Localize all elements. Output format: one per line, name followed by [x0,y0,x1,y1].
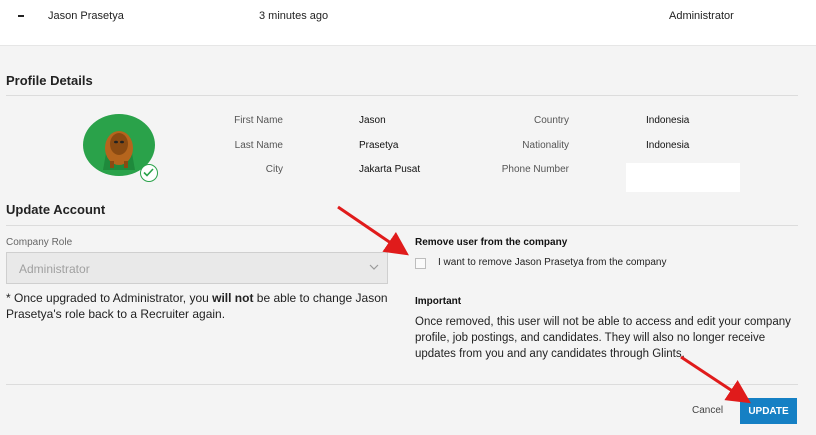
phone-value [626,163,740,192]
user-role: Administrator [669,10,734,22]
chevron-down-icon [369,264,379,270]
remove-user-checkbox[interactable] [415,258,426,269]
update-button[interactable]: UPDATE [740,398,797,424]
first-name-label: First Name [234,115,283,126]
verified-check-icon [140,164,158,182]
first-name-value: Jason [359,115,386,126]
profile-divider [6,95,798,96]
note-bold: will not [212,291,254,305]
role-change-note: * Once upgraded to Administrator, you wi… [6,290,396,322]
nationality-value: Indonesia [646,140,690,151]
company-role-value: Administrator [19,262,90,276]
user-row: Jason Prasetya 3 minutes ago Administrat… [0,0,816,46]
note-prefix: * Once upgraded to Administrator, you [6,291,213,305]
company-role-select[interactable]: Administrator [6,252,388,284]
remove-user-checkbox-label[interactable]: I want to remove Jason Prasetya from the… [438,257,666,268]
important-title: Important [415,296,462,307]
arrow-to-checkbox [337,205,409,256]
important-text: Once removed, this user will not be able… [415,316,791,360]
city-value: Jakarta Pusat [359,164,421,175]
footer-divider [6,384,798,385]
country-value: Indonesia [646,115,690,126]
nationality-label: Nationality [522,140,569,151]
last-name-value: Prasetya [359,140,399,151]
user-time: 3 minutes ago [259,10,329,22]
last-name-label: Last Name [234,140,283,151]
company-role-label: Company Role [6,237,73,248]
update-divider [6,225,798,226]
update-account-title: Update Account [6,202,106,217]
annotation-arrows [337,205,752,404]
city-label: City [265,164,283,175]
cancel-button[interactable]: Cancel [692,405,723,416]
dash-icon [18,15,24,17]
arrow-to-update [680,355,752,404]
phone-label: Phone Number [501,164,569,175]
profile-details-title: Profile Details [6,73,93,88]
country-label: Country [533,115,569,126]
remove-user-title: Remove user from the company [415,237,568,248]
user-name: Jason Prasetya [48,10,124,22]
